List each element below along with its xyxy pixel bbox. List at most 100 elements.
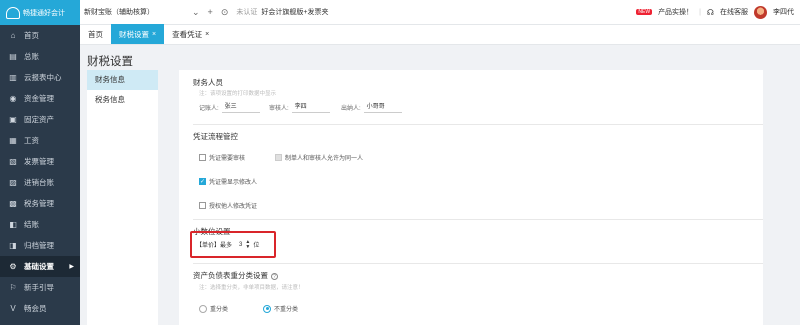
- sidebar-item-label: 税务管理: [24, 199, 54, 208]
- tab-2[interactable]: 查看凭证 ×: [164, 24, 217, 44]
- decimal-value-input[interactable]: 3: [239, 242, 242, 248]
- finance-staff-title: 财务人员: [193, 78, 223, 87]
- home-icon: ⌂: [10, 31, 16, 40]
- reclass-label: 重分类: [210, 307, 229, 313]
- close-icon[interactable]: ×: [205, 31, 209, 38]
- sidebar: 畅捷通好会计 ⌂ 首页 ▤ 总账 ▥ 云报表中心 ◉ 资金管理 ▣ 固定资产 ▦ 工资 ▧ 发票管理 ▨ 进销…: [0, 0, 80, 325]
- decimal-stepper[interactable]: ▲ ▼: [245, 239, 250, 250]
- sidebar-item-4[interactable]: ▣ 固定资产: [0, 109, 80, 130]
- settings-content: 财务人员 注：该项设置的打印数据中显示 记账人: 张三 审核人: 李四 出纳人:…: [179, 70, 763, 325]
- sidebar-item-9[interactable]: ◧ 结账: [0, 214, 80, 235]
- bookkeeper-label: 记账人:: [199, 106, 219, 112]
- sidebar-item-label: 云报表中心: [24, 73, 62, 82]
- sidebar-item-label: 基础设置: [24, 262, 54, 271]
- sidebar-item-0[interactable]: ⌂ 首页: [0, 25, 80, 46]
- tab-label: 查看凭证: [172, 29, 203, 39]
- company-name[interactable]: 新财宝账（辅助核算）: [84, 7, 192, 17]
- close-book-icon: ◧: [9, 220, 17, 229]
- invoice-icon: ▧: [9, 157, 17, 166]
- settings-icon[interactable]: ⊙: [221, 7, 229, 18]
- reclass-option[interactable]: 重分类: [199, 304, 228, 313]
- sidebar-item-8[interactable]: ▩ 税务管理: [0, 193, 80, 214]
- logo-icon: [6, 6, 20, 19]
- sidebar-item-6[interactable]: ▧ 发票管理: [0, 151, 80, 172]
- allow-modify-option[interactable]: 授权他人修改凭证: [199, 201, 257, 210]
- divider: [193, 219, 763, 220]
- asset-icon: ▣: [9, 115, 17, 124]
- chevron-down-icon[interactable]: ⌄: [192, 7, 200, 18]
- stepper-down-icon[interactable]: ▼: [245, 244, 250, 250]
- settings-nav-item-1[interactable]: 税务信息: [87, 90, 158, 110]
- app-logo[interactable]: 畅捷通好会计: [0, 0, 80, 25]
- no-reclass-option[interactable]: 不重分类: [263, 304, 298, 313]
- headset-icon[interactable]: ☊: [707, 8, 714, 17]
- sidebar-item-2[interactable]: ▥ 云报表中心: [0, 67, 80, 88]
- archive-icon: ◨: [9, 241, 17, 250]
- settings-nav-item-0[interactable]: 财务信息: [87, 70, 158, 90]
- sidebar-item-5[interactable]: ▦ 工资: [0, 130, 80, 151]
- require-audit-option[interactable]: 凭证需要审核: [199, 153, 245, 162]
- money-icon: ◉: [9, 94, 17, 103]
- top-right-group: NEW 产品实操！ | ☊ 在线客服 李四代: [636, 5, 794, 19]
- caret-right-icon: ▶: [69, 264, 74, 270]
- decimal-label: 【单价】最多: [196, 243, 233, 249]
- divider: |: [699, 8, 701, 16]
- tab-1[interactable]: 财税设置 ×: [111, 24, 165, 44]
- close-icon[interactable]: ×: [152, 31, 156, 38]
- tab-0[interactable]: 首页: [80, 24, 111, 44]
- show-modifier-label: 凭证需显示修改人: [209, 180, 258, 186]
- divider: [193, 124, 763, 125]
- sidebar-item-11[interactable]: ⚙ 基础设置 ▶: [0, 256, 80, 277]
- no-reclass-label: 不重分类: [274, 307, 299, 313]
- require-audit-checkbox[interactable]: [199, 154, 206, 161]
- auth-status[interactable]: 未认证: [236, 7, 257, 17]
- salary-icon: ▦: [9, 136, 17, 145]
- bookkeeper-input[interactable]: 张三: [221, 102, 260, 113]
- sidebar-item-label: 固定资产: [24, 115, 54, 124]
- sidebar-item-label: 总账: [24, 52, 39, 61]
- sidebar-item-label: 首页: [24, 31, 39, 40]
- logo-text: 畅捷通好会计: [23, 9, 65, 17]
- bookkeeper-field: 记账人: 张三: [199, 102, 260, 113]
- decimal-setting-box: 【单价】最多 3 ▲ ▼ 位: [190, 231, 276, 258]
- allow-modify-checkbox[interactable]: [199, 202, 206, 209]
- no-reclass-radio[interactable]: [263, 304, 271, 313]
- sidebar-item-12[interactable]: ⚐ 新手引导: [0, 277, 80, 298]
- same-person-checkbox: [275, 154, 282, 161]
- sidebar-nav: ⌂ 首页 ▤ 总账 ▥ 云报表中心 ◉ 资金管理 ▣ 固定资产 ▦ 工资 ▧ 发票管理 ▨ 进销台账 ▩ 税务管理…: [0, 25, 80, 319]
- sidebar-item-13[interactable]: V 畅会员: [0, 298, 80, 319]
- require-audit-label: 凭证需要审核: [209, 156, 246, 162]
- tax-icon: ▩: [9, 199, 17, 208]
- sidebar-item-1[interactable]: ▤ 总账: [0, 46, 80, 67]
- sidebar-item-3[interactable]: ◉ 资金管理: [0, 88, 80, 109]
- avatar[interactable]: [754, 5, 767, 19]
- cashier-label: 出纳人:: [341, 106, 361, 112]
- sidebar-item-label: 工资: [24, 136, 39, 145]
- show-modifier-checkbox[interactable]: ✓: [199, 178, 206, 185]
- tab-label: 财税设置: [119, 29, 149, 39]
- divider: [193, 263, 763, 264]
- edition-label: 好会计旗舰版+发票夹: [261, 9, 329, 16]
- tab-label: 首页: [88, 29, 103, 39]
- promo-link[interactable]: 产品实操！: [658, 7, 693, 17]
- reclass-radio[interactable]: [199, 304, 207, 313]
- balance-sheet-title: 资产负债表重分类设置?: [193, 270, 278, 281]
- auditor-label: 审核人:: [269, 106, 289, 112]
- tab-bar: 首页 财税设置 × 查看凭证 ×: [80, 24, 800, 45]
- sidebar-item-10[interactable]: ◨ 归档管理: [0, 235, 80, 256]
- new-badge: NEW: [636, 9, 653, 15]
- allow-modify-label: 授权他人修改凭证: [209, 204, 258, 210]
- add-icon[interactable]: +: [208, 7, 213, 17]
- sidebar-item-label: 进销台账: [24, 178, 54, 187]
- sidebar-item-7[interactable]: ▨ 进销台账: [0, 172, 80, 193]
- show-modifier-option[interactable]: ✓ 凭证需显示修改人: [199, 177, 257, 186]
- decimal-unit: 位: [253, 243, 260, 249]
- vip-icon: V: [10, 304, 16, 313]
- balance-sheet-note: 注：选择重分类，非单项目数据，请注意！: [199, 285, 304, 291]
- help-icon[interactable]: ?: [271, 273, 278, 280]
- cashier-input[interactable]: 小哥哥: [363, 102, 402, 113]
- service-link[interactable]: 在线客服: [720, 7, 748, 17]
- user-name[interactable]: 李四代: [773, 7, 794, 17]
- auditor-input[interactable]: 李四: [291, 102, 330, 113]
- settings-nav: 财务信息 税务信息: [87, 70, 158, 325]
